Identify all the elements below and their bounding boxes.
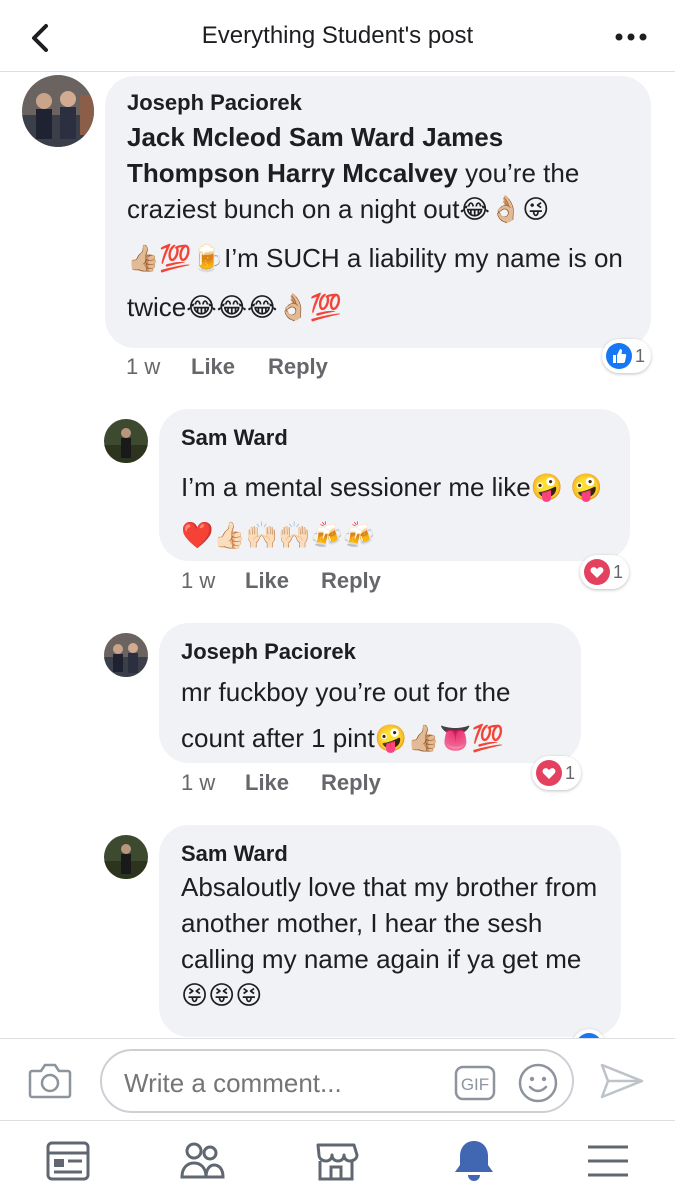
more-options-button[interactable] — [613, 26, 649, 48]
comment-composer: GIF — [0, 1038, 675, 1120]
comment-author[interactable]: Sam Ward — [181, 841, 288, 867]
comment-meta: 1 w Like Reply — [181, 568, 441, 598]
comment-meta: 1 w Like Reply — [126, 354, 386, 384]
reply-link[interactable]: Reply — [321, 568, 381, 594]
sticker-button[interactable] — [516, 1061, 560, 1105]
love-reaction-icon — [536, 760, 562, 786]
comment-author[interactable]: Joseph Paciorek — [127, 90, 302, 116]
profile-photo-icon — [104, 633, 148, 677]
tab-news-feed[interactable] — [44, 1137, 92, 1185]
like-reaction-icon — [606, 343, 632, 369]
reaction-count: 1 — [613, 561, 624, 582]
comment-timestamp: 1 w — [181, 568, 216, 593]
reaction-badge[interactable]: 1 — [580, 555, 630, 589]
comment-timestamp: 1 w — [181, 770, 216, 795]
comment-text: mr fuckboy you’re out for the count afte… — [181, 677, 511, 753]
avatar[interactable] — [104, 835, 148, 879]
news-feed-icon — [46, 1141, 90, 1181]
comment-text: Jack Mcleod Sam Ward James Thompson Harr… — [127, 119, 637, 332]
gif-icon: GIF — [454, 1065, 496, 1101]
reaction-count: 1 — [565, 762, 576, 783]
profile-photo-icon — [104, 835, 148, 879]
gif-button[interactable]: GIF — [454, 1065, 496, 1101]
like-link[interactable]: Like — [245, 568, 289, 594]
comment-author[interactable]: Sam Ward — [181, 425, 288, 451]
notifications-icon — [455, 1141, 493, 1181]
comment-input[interactable] — [124, 1068, 444, 1099]
comment-text: Absaloutly love that my brother from ano… — [181, 872, 598, 1010]
marketplace-icon — [316, 1143, 359, 1181]
reaction-badge[interactable]: 1 — [532, 756, 582, 790]
reaction-count: 1 — [635, 345, 646, 366]
camera-button[interactable] — [28, 1061, 72, 1101]
avatar[interactable] — [22, 75, 94, 147]
tagged-names[interactable]: Jack Mcleod Sam Ward James Thompson Harr… — [127, 122, 503, 188]
tab-marketplace[interactable] — [312, 1137, 360, 1185]
tab-friends[interactable] — [178, 1137, 226, 1185]
avatar[interactable] — [104, 419, 148, 463]
comment-text-part: 👍🏼💯🍺I’m SUCH a liability my name is on t… — [127, 243, 623, 322]
comment-meta: 1 w Like Reply — [181, 770, 441, 800]
send-button[interactable] — [598, 1061, 646, 1101]
like-link[interactable]: Like — [245, 770, 289, 796]
top-app-bar: Everything Student's post — [0, 0, 675, 72]
comments-list: Joseph Paciorek Jack Mcleod Sam Ward Jam… — [0, 73, 675, 1038]
tab-notifications[interactable] — [450, 1137, 498, 1185]
comment-author[interactable]: Joseph Paciorek — [181, 639, 356, 665]
friends-icon — [180, 1142, 225, 1179]
camera-icon — [28, 1063, 72, 1099]
profile-photo-icon — [104, 419, 148, 463]
menu-icon — [588, 1145, 628, 1177]
avatar[interactable] — [104, 633, 148, 677]
smiley-icon — [518, 1063, 558, 1103]
tab-menu[interactable] — [584, 1137, 632, 1185]
like-link[interactable]: Like — [191, 354, 235, 380]
comment-timestamp: 1 w — [126, 354, 161, 379]
comment-text: I’m a mental sessioner me like🤪 🤪❤️👍🏻🙌🏻🙌… — [181, 472, 603, 550]
reply-link[interactable]: Reply — [321, 770, 381, 796]
profile-photo-icon — [22, 75, 94, 147]
reply-link[interactable]: Reply — [268, 354, 328, 380]
gif-label: GIF — [461, 1075, 489, 1094]
send-icon — [600, 1063, 644, 1099]
comment-input-container: GIF — [100, 1049, 574, 1113]
love-reaction-icon — [584, 559, 610, 585]
bottom-tab-bar — [0, 1120, 675, 1200]
page-title: Everything Student's post — [201, 22, 474, 49]
reaction-badge[interactable]: 1 — [602, 339, 652, 373]
more-horizontal-icon — [615, 33, 647, 41]
